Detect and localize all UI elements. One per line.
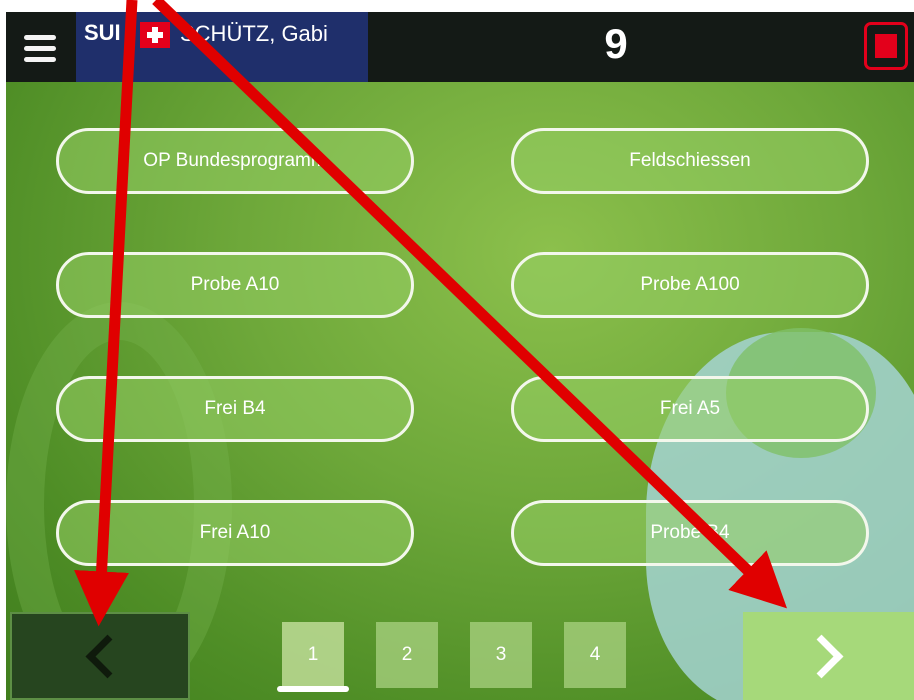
header-bar: SUI SCHÜTZ, Gabi 9 (6, 12, 914, 82)
program-button-probe-a10[interactable]: Probe A10 (56, 252, 414, 318)
shot-count: 9 (604, 20, 628, 67)
app-screen: SUI SCHÜTZ, Gabi 9 OP Bundesprogramm Fel… (6, 12, 914, 700)
program-button-frei-a10[interactable]: Frei A10 (56, 500, 414, 566)
chevron-left-icon (85, 634, 129, 678)
nation-code: SUI (84, 20, 121, 45)
athlete-name: SCHÜTZ, Gabi (180, 21, 328, 46)
program-button-frei-a5[interactable]: Frei A5 (511, 376, 869, 442)
next-page-button[interactable] (743, 612, 914, 700)
current-page-indicator (277, 686, 349, 692)
chevron-right-icon (799, 634, 844, 678)
page-button-2[interactable]: 2 (376, 622, 438, 688)
athlete-info: SUI SCHÜTZ, Gabi (76, 12, 368, 82)
swiss-flag-icon (140, 22, 170, 48)
page-button-4[interactable]: 4 (564, 622, 626, 688)
menu-button[interactable] (10, 18, 70, 78)
program-button-feldschiessen[interactable]: Feldschiessen (511, 128, 869, 194)
page-button-3[interactable]: 3 (470, 622, 532, 688)
page-button-1[interactable]: 1 (282, 622, 344, 688)
program-button-probe-a100[interactable]: Probe A100 (511, 252, 869, 318)
stop-icon (875, 34, 897, 58)
hamburger-menu-icon (24, 34, 56, 40)
program-button-probe-b4[interactable]: Probe B4 (511, 500, 869, 566)
program-button-frei-b4[interactable]: Frei B4 (56, 376, 414, 442)
stop-button[interactable] (864, 22, 908, 70)
previous-page-button[interactable] (10, 612, 190, 700)
program-button-op-bundesprogramm[interactable]: OP Bundesprogramm (56, 128, 414, 194)
